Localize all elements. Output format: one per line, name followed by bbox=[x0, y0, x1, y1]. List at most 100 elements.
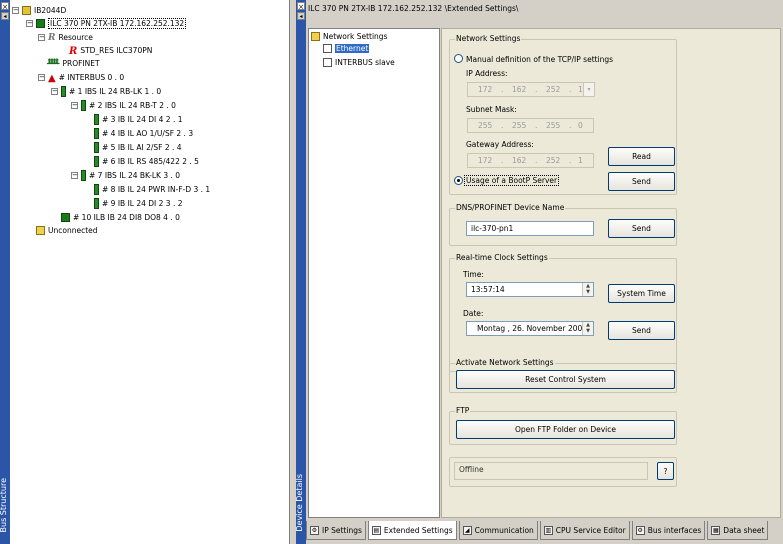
pin-icon[interactable]: ◂ bbox=[1, 12, 9, 20]
device-icon bbox=[94, 113, 99, 125]
spinner-icon[interactable]: ▲ ▼ bbox=[582, 283, 593, 296]
settings-page-tree[interactable]: Network Settings Ethernet INTERBUS slave bbox=[308, 28, 440, 518]
time-label: Time: bbox=[463, 270, 484, 279]
collapse-icon[interactable]: − bbox=[51, 87, 58, 95]
folder-icon bbox=[36, 225, 45, 235]
tree-node-device-10[interactable]: # 10 ILB IB 24 DI8 DO8 4 . 0 bbox=[61, 211, 180, 223]
page-tree-network-settings[interactable]: Network Settings bbox=[311, 30, 387, 42]
resource-instance-icon: R bbox=[69, 45, 78, 57]
tree-node-controller[interactable]: − ILC 370 PN 2TX-IB 172.162.252.132 bbox=[26, 17, 187, 29]
ip-address-field: 172 . 162 . 252 . 132 ▾ bbox=[467, 82, 595, 97]
manual-tcpip-radio[interactable] bbox=[454, 54, 463, 63]
tree-node-device-6[interactable]: # 6 IB IL RS 485/422 2 . 5 bbox=[94, 155, 199, 167]
close-icon[interactable]: × bbox=[297, 2, 305, 11]
tree-node-device-1[interactable]: − # 1 IBS IL 24 RB-LK 1 . 0 bbox=[51, 85, 161, 97]
data-sheet-icon: ▦ bbox=[711, 525, 721, 535]
subnet-mask-field: 255 . 255 . 255 . 0 bbox=[467, 118, 594, 133]
tree-node-device-8[interactable]: # 8 IB IL 24 PWR IN-F-D 3 . 1 bbox=[94, 183, 210, 195]
system-time-button[interactable]: System Time bbox=[608, 284, 675, 303]
page-tree-interbus-slave[interactable]: INTERBUS slave bbox=[323, 56, 395, 68]
ip-settings-icon: ⚙ bbox=[310, 525, 319, 535]
manual-tcpip-label: Manual definition of the TCP/IP settings bbox=[466, 55, 614, 64]
device-icon bbox=[94, 127, 99, 139]
tab-data-sheet[interactable]: ▦ Data sheet bbox=[707, 521, 769, 540]
interbus-icon: ▲ bbox=[48, 72, 56, 84]
bus-structure-tree[interactable]: − IB2044D − ILC 370 PN 2TX-IB 172.162.25… bbox=[10, 0, 290, 544]
tree-node-device-7[interactable]: − # 7 IBS IL 24 BK-LK 3 . 0 bbox=[71, 169, 180, 181]
activate-network-settings-label: Activate Network Settings bbox=[455, 358, 555, 367]
subnet-mask-label: Subnet Mask: bbox=[466, 105, 517, 114]
ftp-group: FTP Open FTP Folder on Device bbox=[449, 406, 677, 445]
page-icon bbox=[323, 57, 332, 67]
device-icon bbox=[94, 197, 99, 209]
date-field[interactable]: Montag , 26. November 2007 ▲ ▼ bbox=[466, 321, 594, 336]
tree-node-interbus[interactable]: − ▲ # INTERBUS 0 . 0 bbox=[38, 71, 124, 84]
dns-device-name-group: DNS/PROFINET Device Name ilc-370-pn1 Sen… bbox=[449, 203, 677, 246]
activate-network-settings-group: Activate Network Settings Reset Control … bbox=[449, 358, 677, 393]
page-tree-ethernet[interactable]: Ethernet bbox=[323, 42, 370, 54]
collapse-icon[interactable]: − bbox=[71, 101, 78, 109]
network-settings-group: Network Settings Manual definition of th… bbox=[449, 34, 677, 195]
tree-node-device-5[interactable]: # 5 IB IL AI 2/SF 2 . 4 bbox=[94, 141, 182, 153]
dropdown-icon: ▾ bbox=[583, 83, 594, 96]
resource-icon: R bbox=[48, 32, 56, 43]
tree-node-device-3[interactable]: # 3 IB IL 24 DI 4 2 . 1 bbox=[94, 113, 183, 125]
tab-bus-interfaces[interactable]: ⚙ Bus interfaces bbox=[631, 521, 706, 540]
collapse-icon[interactable]: − bbox=[38, 73, 45, 81]
network-send-button[interactable]: Send bbox=[608, 172, 675, 191]
dns-device-name-label: DNS/PROFINET Device Name bbox=[455, 203, 566, 212]
device-icon bbox=[61, 85, 66, 97]
dns-send-button[interactable]: Send bbox=[608, 219, 675, 238]
tab-communication[interactable]: ◢ Communication bbox=[458, 521, 538, 540]
help-button[interactable]: ? bbox=[657, 462, 674, 480]
device-icon bbox=[94, 155, 99, 167]
spinner-icon[interactable]: ▲ ▼ bbox=[582, 322, 593, 335]
details-path-title: ILC 370 PN 2TX-IB 172.162.252.132 \Exten… bbox=[308, 4, 519, 13]
pin-icon[interactable]: ◂ bbox=[297, 12, 305, 20]
collapse-icon[interactable]: − bbox=[38, 33, 45, 41]
collapse-icon[interactable]: − bbox=[71, 171, 78, 179]
time-field[interactable]: 13:57:14 ▲ ▼ bbox=[466, 282, 594, 297]
real-time-clock-group: Real-time Clock Settings Time: 13:57:14 … bbox=[449, 253, 677, 372]
tab-ip-settings[interactable]: ⚙ IP Settings bbox=[306, 521, 366, 540]
communication-icon: ◢ bbox=[462, 525, 472, 535]
device-details-strip: × ◂ Device Details bbox=[295, 0, 306, 544]
rtc-send-button[interactable]: Send bbox=[608, 321, 675, 340]
bus-structure-label: Bus Structure bbox=[0, 478, 8, 533]
profinet-icon: ᚙ bbox=[47, 58, 60, 68]
tree-node-profinet[interactable]: ᚙ PROFINET bbox=[47, 57, 100, 69]
extended-settings-panel: Network Settings Manual definition of th… bbox=[441, 28, 781, 518]
ip-address-label: IP Address: bbox=[466, 69, 508, 78]
tree-node-device-4[interactable]: # 4 IB IL AO 1/U/SF 2 . 3 bbox=[94, 127, 193, 139]
device-icon bbox=[81, 169, 86, 181]
bus-structure-strip: × ◂ Bus Structure bbox=[0, 0, 10, 544]
collapse-icon[interactable]: − bbox=[26, 19, 33, 27]
read-button[interactable]: Read bbox=[608, 147, 675, 166]
device-name-field[interactable]: ilc-370-pn1 bbox=[466, 221, 594, 236]
page-icon bbox=[323, 43, 332, 53]
bootp-label: Usage of a BootP Server bbox=[464, 175, 560, 186]
folder-icon bbox=[311, 31, 320, 41]
bus-interfaces-icon: ⚙ bbox=[635, 525, 645, 535]
tree-node-unconnected[interactable]: Unconnected bbox=[36, 224, 98, 236]
reset-control-system-button[interactable]: Reset Control System bbox=[456, 370, 675, 389]
tab-extended-settings[interactable]: ▤ Extended Settings bbox=[367, 521, 457, 540]
tree-node-device-9[interactable]: # 9 IB IL 24 DI 2 3 . 2 bbox=[94, 197, 183, 209]
project-icon bbox=[22, 5, 31, 15]
ftp-label: FTP bbox=[455, 406, 471, 415]
network-settings-label: Network Settings bbox=[455, 34, 522, 43]
device-details-label: Device Details bbox=[295, 474, 304, 532]
status-field: Offline bbox=[454, 462, 648, 480]
details-tab-bar: ⚙ IP Settings ▤ Extended Settings ◢ Communi… bbox=[306, 521, 770, 541]
tab-cpu-service-editor[interactable]: ▥ CPU Service Editor bbox=[539, 521, 630, 540]
tree-node-std-res[interactable]: R STD_RES ILC370PN bbox=[69, 44, 152, 57]
open-ftp-folder-button[interactable]: Open FTP Folder on Device bbox=[456, 420, 675, 439]
tree-node-resource[interactable]: − R Resource bbox=[38, 31, 93, 43]
tree-node-project[interactable]: − IB2044D bbox=[12, 4, 66, 16]
close-icon[interactable]: × bbox=[1, 2, 9, 11]
gateway-address-field: 172 . 162 . 252 . 1 bbox=[467, 153, 594, 168]
status-group: Offline ? bbox=[449, 457, 677, 487]
collapse-icon[interactable]: − bbox=[12, 6, 19, 14]
tree-node-device-2[interactable]: − # 2 IBS IL 24 RB-T 2 . 0 bbox=[71, 99, 176, 111]
bootp-radio[interactable] bbox=[454, 176, 463, 185]
